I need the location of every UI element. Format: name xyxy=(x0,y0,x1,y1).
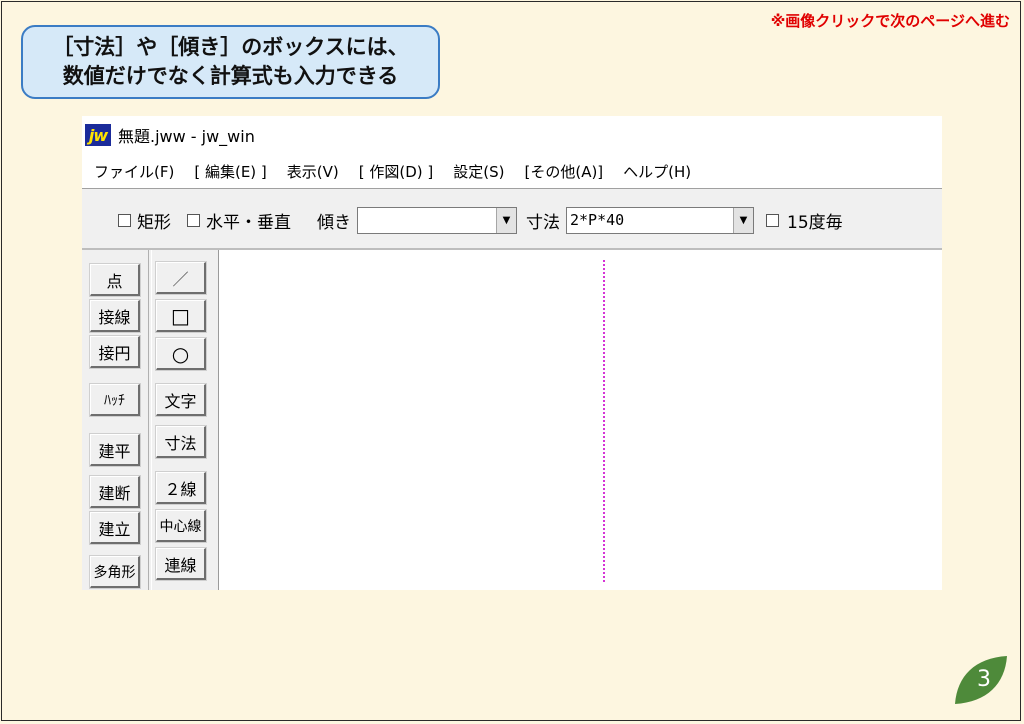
chevron-down-icon[interactable]: ▼ xyxy=(496,207,516,233)
menu-other[interactable]: [その他(A)] xyxy=(524,161,603,182)
tool-tangent-circle[interactable]: 接円 xyxy=(89,335,141,369)
dimension-label: 寸法 xyxy=(526,212,560,233)
rect-label: 矩形 xyxy=(137,212,171,233)
line-toolbar: 矩形 水平・垂直 傾き ▼ 寸法 2*P*40 ▼ 15度毎 xyxy=(82,190,942,250)
menu-help[interactable]: ヘルプ(H) xyxy=(623,161,691,182)
menu-settings[interactable]: 設定(S) xyxy=(453,161,504,182)
dimension-combo[interactable]: 2*P*40 ▼ xyxy=(566,206,754,234)
hv-checkbox[interactable] xyxy=(187,213,200,227)
hv-option[interactable]: 水平・垂直 xyxy=(187,208,291,233)
tool-dimension[interactable]: 寸法 xyxy=(155,425,207,459)
dimension-input[interactable]: 2*P*40 xyxy=(567,208,733,233)
rect-checkbox[interactable] xyxy=(118,213,131,227)
deg15-label: 15度毎 xyxy=(787,212,843,233)
tool-center-line[interactable]: 中心線 xyxy=(155,509,207,543)
leaf-page-badge: 3 xyxy=(955,656,1007,704)
menu-file[interactable]: ファイル(F) xyxy=(94,161,174,182)
tool-hatch[interactable]: ﾊｯﾁ xyxy=(89,383,141,417)
tool-point[interactable]: 点 xyxy=(89,263,141,297)
angle-input[interactable] xyxy=(358,208,496,233)
tool-elevation[interactable]: 建立 xyxy=(89,511,141,545)
window-title: 無題.jww - jw_win xyxy=(118,127,255,146)
deg15-checkbox[interactable] xyxy=(766,213,779,227)
tool-plan[interactable]: 建平 xyxy=(89,433,141,467)
tool-rectangle[interactable]: □ xyxy=(155,299,207,333)
callout-line-1: ［寸法］や［傾き］のボックスには、 xyxy=(52,35,409,59)
hv-label: 水平・垂直 xyxy=(206,212,291,233)
tool-continuous-line[interactable]: 連線 xyxy=(155,547,207,581)
tool-text[interactable]: 文字 xyxy=(155,383,207,417)
tool-polygon[interactable]: 多角形 xyxy=(89,555,141,589)
window-titlebar: jw 無題.jww - jw_win xyxy=(82,116,942,154)
guide-line xyxy=(603,260,605,582)
callout-line-2: 数値だけでなく計算式も入力できる xyxy=(62,64,399,88)
angle-label: 傾き xyxy=(317,212,351,233)
tool-section[interactable]: 建断 xyxy=(89,475,141,509)
jw-app-icon: jw xyxy=(85,124,111,146)
tool-tangent-line[interactable]: 接線 xyxy=(89,299,141,333)
next-page-hint[interactable]: ※画像クリックで次のページへ進む xyxy=(771,10,1010,31)
chevron-down-icon[interactable]: ▼ xyxy=(733,207,753,233)
callout-box: ［寸法］や［傾き］のボックスには、 数値だけでなく計算式も入力できる xyxy=(21,25,440,99)
menu-draw[interactable]: [ 作図(D) ] xyxy=(359,161,434,182)
menu-view[interactable]: 表示(V) xyxy=(287,161,339,182)
deg15-option[interactable]: 15度毎 xyxy=(766,208,843,233)
tool-circle[interactable]: ○ xyxy=(155,337,207,371)
menu-bar: ファイル(F) [ 編集(E) ] 表示(V) [ 作図(D) ] 設定(S) … xyxy=(82,154,942,189)
jw-win-window: jw 無題.jww - jw_win ファイル(F) [ 編集(E) ] 表示(… xyxy=(82,116,942,590)
menu-edit[interactable]: [ 編集(E) ] xyxy=(194,161,266,182)
page-number: 3 xyxy=(977,667,991,692)
tool-double-line[interactable]: ２線 xyxy=(155,471,207,505)
rect-option[interactable]: 矩形 xyxy=(118,208,171,233)
tool-line[interactable]: ／ xyxy=(155,261,207,295)
angle-combo[interactable]: ▼ xyxy=(357,206,517,234)
palette-separator xyxy=(148,250,152,590)
drawing-canvas[interactable] xyxy=(218,250,942,590)
